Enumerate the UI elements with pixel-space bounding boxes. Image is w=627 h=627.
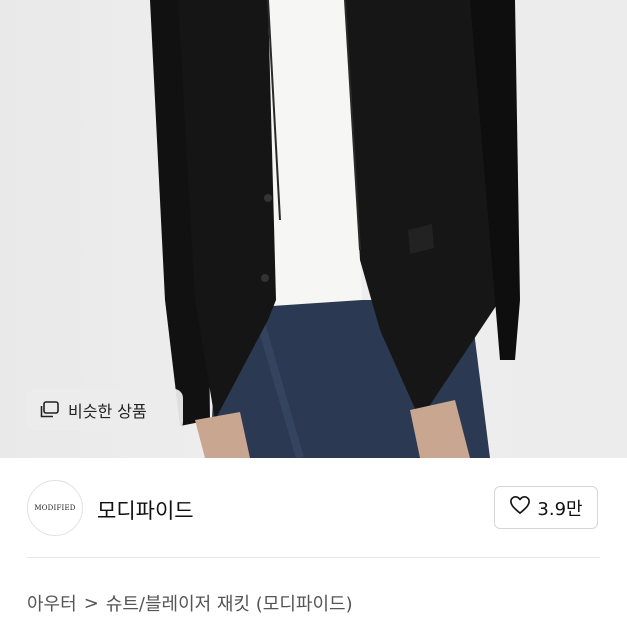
product-image[interactable]: 비슷한 상품 (0, 0, 627, 458)
breadcrumb: 아우터 > 슈트/블레이저 재킷 (모디파이드) (27, 590, 353, 616)
like-button[interactable]: 3.9만 (494, 486, 598, 529)
similar-items-button[interactable]: 비슷한 상품 (26, 389, 183, 431)
shop-logo-text: MODIFIED (34, 504, 76, 512)
shop-avatar[interactable]: MODIFIED (27, 480, 83, 536)
shop-name[interactable]: 모디파이드 (97, 495, 194, 525)
breadcrumb-category[interactable]: 아우터 (27, 590, 77, 616)
similar-items-label: 비슷한 상품 (68, 402, 147, 421)
similar-items-icon (40, 401, 60, 419)
breadcrumb-subcategory[interactable]: 슈트/블레이저 재킷 (모디파이드) (106, 590, 353, 616)
divider (27, 557, 600, 558)
heart-icon (509, 495, 531, 520)
like-count: 3.9만 (537, 498, 583, 520)
shop-info: MODIFIED 모디파이드 3.9만 (0, 458, 627, 558)
breadcrumb-separator: > (83, 592, 99, 614)
